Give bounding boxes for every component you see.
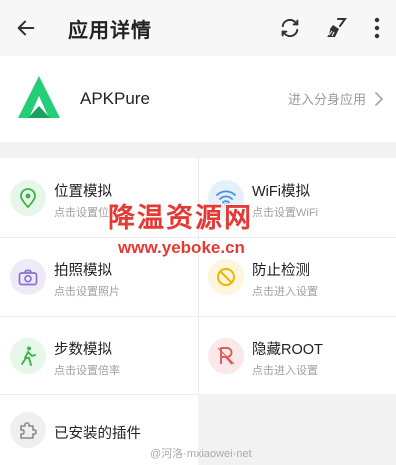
feature-subtitle: 点击设置WiFi	[252, 207, 318, 219]
feature-steps[interactable]: 步数模拟 点击设置倍率	[0, 316, 198, 395]
feature-hide-root[interactable]: 隐藏ROOT 点击进入设置	[198, 316, 396, 395]
block-icon	[208, 259, 244, 295]
app-info-card[interactable]: APKPure 进入分身应用	[0, 56, 396, 142]
camera-icon	[10, 259, 46, 295]
back-button[interactable]	[10, 12, 42, 44]
puzzle-icon	[10, 412, 46, 448]
root-r-icon	[208, 338, 244, 374]
feature-label: 隐藏ROOT	[252, 342, 323, 358]
more-button[interactable]	[361, 12, 393, 44]
clone-app-link[interactable]: 进入分身应用	[288, 89, 384, 108]
feature-label: WiFi模拟	[252, 184, 310, 200]
clean-button[interactable]	[320, 12, 352, 44]
watermark-title: 降温资源网	[108, 203, 253, 233]
clone-app-label: 进入分身应用	[287, 92, 366, 107]
feature-subtitle: 点击设置倍率	[54, 365, 120, 377]
page-title: 应用详情	[68, 20, 152, 42]
chevron-right-icon	[375, 91, 384, 106]
arrow-left-icon	[17, 20, 35, 36]
more-vert-icon	[374, 17, 380, 39]
feature-label: 拍照模拟	[54, 263, 112, 279]
feature-label: 防止检测	[252, 263, 310, 279]
walking-icon	[10, 338, 46, 374]
credit-watermark: @河洛·mxiaowei·net	[150, 448, 252, 460]
broom-icon	[327, 18, 347, 37]
watermark-url: www.yeboke.cn	[118, 238, 245, 257]
feature-subtitle: 点击设置照片	[54, 286, 120, 298]
refresh-icon	[281, 18, 299, 38]
feature-subtitle: 点击进入设置	[252, 365, 318, 377]
app-name: APKPure	[80, 89, 150, 108]
refresh-button[interactable]	[274, 12, 306, 44]
feature-label: 已安装的插件	[54, 426, 141, 442]
feature-subtitle: 点击进入设置	[252, 286, 318, 298]
feature-label: 位置模拟	[54, 184, 112, 200]
app-bar: 应用详情	[0, 0, 396, 56]
location-pin-icon	[10, 180, 46, 216]
feature-label: 步数模拟	[54, 342, 112, 358]
apkpure-logo	[18, 76, 60, 118]
